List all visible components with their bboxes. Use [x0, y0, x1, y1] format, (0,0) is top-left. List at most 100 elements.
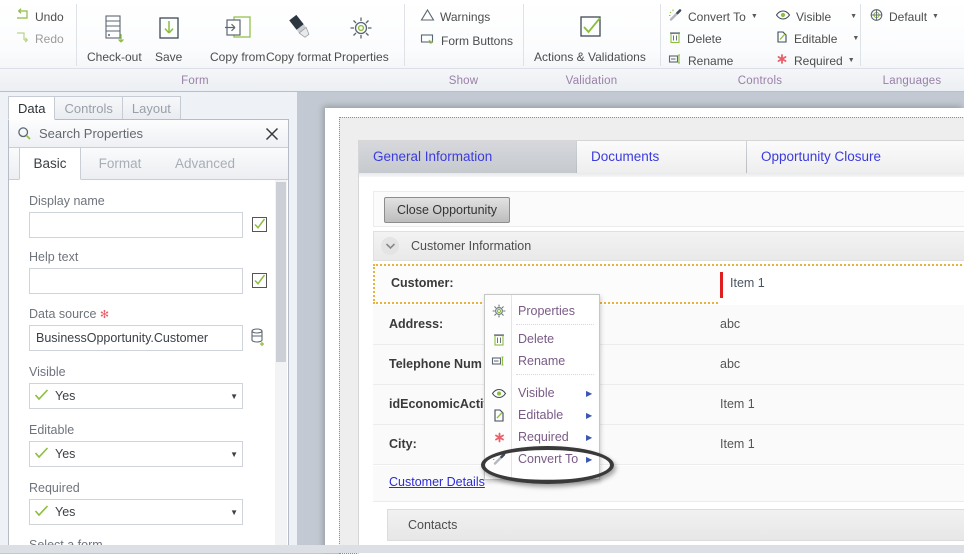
rename-icon	[490, 352, 508, 370]
properties-label: Properties	[334, 50, 389, 64]
chevron-down-icon[interactable]: ▼	[932, 13, 939, 20]
required-field-label: Required	[29, 481, 80, 495]
row-label-telephone: Telephone Num	[389, 357, 482, 371]
help-text-input[interactable]	[29, 268, 243, 294]
rename-button[interactable]: Rename	[668, 52, 733, 69]
chevron-down-icon[interactable]: ▼	[230, 508, 238, 517]
check-out-label: Check-out	[87, 50, 142, 64]
form-row-telephone[interactable]: Telephone Num abc	[373, 345, 964, 385]
tab-documents[interactable]: Documents	[577, 141, 746, 173]
scrollbar-thumb[interactable]	[276, 182, 286, 362]
group-caption-controls: Controls	[737, 75, 783, 87]
chevron-down-icon[interactable]: ▼	[848, 57, 855, 64]
properties-subtab-bar: Basic Format Advanced	[9, 148, 288, 180]
display-name-input[interactable]	[29, 212, 243, 238]
rename-icon	[668, 52, 683, 69]
chevron-down-icon[interactable]: ▼	[230, 450, 238, 459]
form-row-economic-activity[interactable]: idEconomicActiv Item 1	[373, 385, 964, 425]
chevron-down-icon[interactable]	[381, 237, 399, 255]
tab-layout[interactable]: Layout	[121, 96, 181, 120]
actions-validations-button[interactable]: Actions & Validations	[534, 8, 646, 64]
context-menu-item-properties[interactable]: Properties	[485, 300, 601, 322]
required-combobox[interactable]: Yes ▼	[29, 499, 243, 525]
customer-details-link[interactable]: Customer Details	[389, 475, 485, 489]
delete-button[interactable]: Delete	[668, 30, 722, 47]
form-row-city[interactable]: City: Item 1	[373, 425, 964, 465]
editable-combobox[interactable]: Yes ▼	[29, 441, 243, 467]
redo-label: Redo	[35, 31, 64, 46]
subtab-format[interactable]: Format	[82, 148, 158, 180]
context-menu[interactable]: Properties Delete Rename Visible ▶ Edita…	[484, 294, 600, 480]
copy-format-button[interactable]: Copy format	[266, 8, 331, 64]
editable-combobox-value: Yes	[55, 447, 76, 461]
tab-general-information[interactable]: General Information	[359, 141, 576, 173]
database-icon[interactable]	[250, 328, 267, 350]
chevron-right-icon: ▶	[586, 410, 593, 420]
context-menu-item-editable[interactable]: Editable ▶	[485, 404, 601, 426]
copy-from-button[interactable]: Copy from	[210, 8, 265, 64]
actions-validations-label: Actions & Validations	[534, 50, 646, 64]
editable-pencil-icon	[490, 406, 508, 424]
form-properties-button[interactable]: Properties	[334, 8, 389, 64]
trash-icon	[668, 30, 682, 47]
subtab-basic[interactable]: Basic	[19, 148, 81, 180]
context-menu-item-convert-to[interactable]: Convert To ▶	[485, 448, 601, 470]
required-combobox-value: Yes	[55, 505, 76, 519]
copy-format-label: Copy format	[266, 50, 332, 64]
group-caption-validation: Validation	[565, 75, 618, 87]
magic-wand-icon	[668, 8, 683, 25]
tab-opportunity-closure[interactable]: Opportunity Closure	[747, 141, 964, 173]
visible-label: Visible	[796, 9, 832, 24]
row-label-address: Address:	[389, 317, 444, 331]
editable-button[interactable]: Editable ▼	[775, 30, 859, 47]
chevron-down-icon[interactable]: ▼	[850, 13, 857, 20]
chevron-down-icon[interactable]: ▼	[751, 13, 758, 20]
context-menu-item-required[interactable]: Required ▶	[485, 426, 601, 448]
close-icon[interactable]	[263, 125, 281, 143]
subtab-advanced[interactable]: Advanced	[159, 148, 251, 180]
context-menu-label: Visible	[518, 386, 555, 400]
help-text-check-icon[interactable]	[252, 273, 267, 288]
visible-button[interactable]: Visible ▼	[775, 8, 857, 25]
display-name-check-icon[interactable]	[252, 217, 267, 232]
editable-pencil-icon	[775, 30, 789, 47]
undo-button[interactable]: Undo	[14, 8, 64, 25]
row-label-customer: Customer:	[391, 276, 454, 290]
section-header-customer-information[interactable]: Customer Information	[373, 231, 964, 261]
ribbon-divider	[76, 4, 77, 66]
row-value-telephone: abc	[720, 357, 741, 371]
rename-label: Rename	[688, 53, 734, 68]
convert-to-button[interactable]: Convert To ▼	[668, 8, 758, 25]
chevron-down-icon[interactable]: ▼	[852, 35, 859, 42]
context-menu-item-delete[interactable]: Delete	[485, 328, 601, 350]
search-properties-bar[interactable]: Search Properties	[9, 120, 288, 148]
tab-data[interactable]: Data	[8, 96, 56, 120]
chevron-right-icon: ▶	[586, 432, 593, 442]
required-asterisk-icon	[490, 428, 508, 446]
default-language-label: Default	[889, 9, 928, 24]
warnings-button[interactable]: Warnings	[420, 8, 490, 25]
visible-combobox[interactable]: Yes ▼	[29, 383, 243, 409]
form-row-address[interactable]: Address: abc	[373, 305, 964, 345]
section-header-contacts[interactable]: Contacts	[387, 509, 964, 541]
required-button[interactable]: Required ▼	[775, 52, 855, 69]
save-label: Save	[155, 50, 183, 64]
chevron-down-icon[interactable]: ▼	[230, 392, 238, 401]
row-value-economic-activity: Item 1	[720, 397, 755, 411]
redo-button[interactable]: Redo	[14, 30, 64, 47]
tab-controls[interactable]: Controls	[54, 96, 123, 120]
copy-from-icon	[210, 8, 265, 48]
form-row-customer[interactable]: Customer: Item 1	[373, 264, 964, 304]
properties-scrollbar[interactable]	[275, 180, 287, 548]
data-source-label: Data source ✻	[29, 307, 109, 321]
form-buttons-label: Form Buttons	[441, 33, 514, 48]
save-button[interactable]: Save	[155, 8, 182, 64]
data-source-input[interactable]: BusinessOpportunity.Customer	[29, 325, 243, 351]
context-menu-item-rename[interactable]: Rename	[485, 350, 601, 372]
check-out-button[interactable]: Check-out	[87, 8, 142, 64]
undo-label: Undo	[35, 9, 64, 24]
form-buttons-button[interactable]: Form Buttons	[420, 32, 513, 49]
context-menu-item-visible[interactable]: Visible ▶	[485, 382, 601, 404]
close-opportunity-button[interactable]: Close Opportunity	[384, 197, 511, 223]
default-language-button[interactable]: Default ▼	[869, 8, 939, 25]
